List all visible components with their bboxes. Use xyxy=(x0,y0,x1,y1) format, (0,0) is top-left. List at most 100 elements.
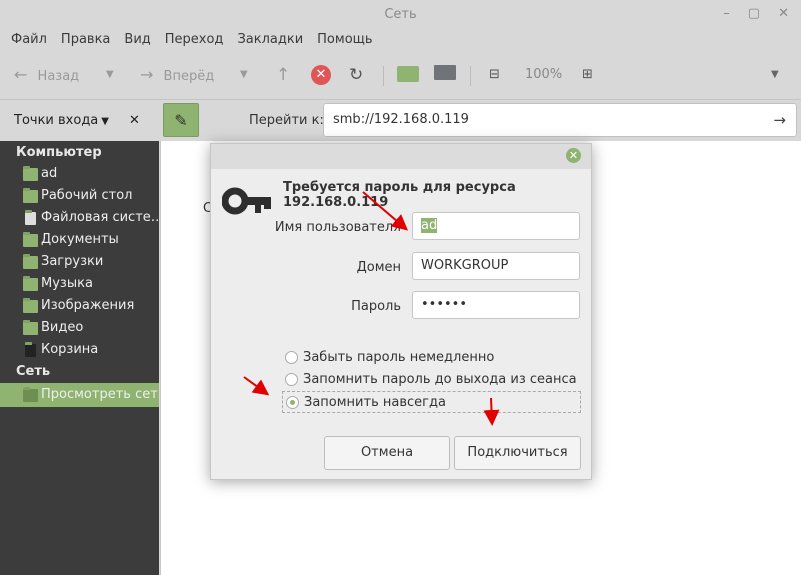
zoom-out-icon: ⊟ xyxy=(489,67,500,82)
view-options-dropdown[interactable]: ▼ xyxy=(771,56,779,94)
radio-forget-immediately[interactable]: Забыть пароль немедленно xyxy=(285,350,494,365)
back-label: Назад xyxy=(37,69,80,84)
menu-view[interactable]: Вид xyxy=(117,28,157,52)
radio-selected-icon xyxy=(286,395,299,409)
password-label: Пароль xyxy=(351,299,401,314)
sidebar-item-music[interactable]: Музыка xyxy=(0,273,159,295)
connect-button[interactable]: Подключиться xyxy=(454,436,581,470)
location-label: Перейти к: xyxy=(249,113,324,128)
sidebar: Компьютер ad Рабочий стол Файловая систе… xyxy=(0,141,159,575)
arrow-up-icon: ↑ xyxy=(276,65,291,85)
documents-folder-icon xyxy=(23,231,38,247)
sidebar-item-trash[interactable]: Корзина xyxy=(0,339,159,361)
sidebar-item-label: Документы xyxy=(41,232,119,247)
back-button[interactable]: ← Назад xyxy=(14,56,79,94)
password-value: •••••• xyxy=(421,297,468,312)
location-input[interactable]: smb://192.168.0.119 → xyxy=(323,103,797,137)
sidebar-item-label: Загрузки xyxy=(41,254,104,269)
radio-label: Запомнить навсегда xyxy=(304,394,446,410)
forward-label: Вперёд xyxy=(163,69,215,84)
sidebar-item-videos[interactable]: Видео xyxy=(0,317,159,339)
stop-icon: ✕ xyxy=(315,67,327,82)
reload-icon: ↻ xyxy=(349,65,364,85)
radio-label: Запомнить пароль до выхода из сеанса xyxy=(303,372,577,387)
radio-label: Забыть пароль немедленно xyxy=(303,350,495,365)
drive-icon xyxy=(25,209,36,225)
sidebar-item-home[interactable]: ad xyxy=(0,163,159,185)
home-folder-button[interactable] xyxy=(397,66,419,82)
sidebar-item-label: Музыка xyxy=(41,276,93,291)
zoom-in-button[interactable]: ⊞ xyxy=(582,56,593,94)
menu-file[interactable]: Файл xyxy=(4,28,54,52)
password-dialog: ✕ Требуется пароль для ресурса 192.168.0… xyxy=(210,143,592,480)
stop-button[interactable]: ✕ xyxy=(311,65,331,85)
dialog-heading: Требуется пароль для ресурса 192.168.0.1… xyxy=(283,180,516,210)
close-sidebar-button[interactable]: ✕ xyxy=(129,100,140,141)
home-folder-icon xyxy=(23,165,38,181)
computer-button[interactable] xyxy=(434,65,456,80)
maximize-button[interactable]: ▢ xyxy=(748,6,760,21)
menu-bar: Файл Правка Вид Переход Закладки Помощь xyxy=(0,28,380,52)
downloads-folder-icon xyxy=(23,253,38,269)
sidebar-item-documents[interactable]: Документы xyxy=(0,229,159,251)
sidebar-item-label: Изображения xyxy=(41,298,135,313)
pencil-icon: ✎ xyxy=(174,110,188,130)
toolbar: ← Назад ▼ → Вперёд ▼ ↑ ✕ ↻ ⊟ 100% ⊞ ▼ xyxy=(0,56,801,94)
radio-icon xyxy=(285,373,298,386)
arrow-right-icon: → xyxy=(140,65,154,84)
domain-label: Домен xyxy=(356,260,401,275)
dialog-close-button[interactable]: ✕ xyxy=(566,148,581,163)
pictures-folder-icon xyxy=(23,297,38,313)
chevron-down-icon: ▼ xyxy=(101,116,109,127)
window-controls: – ▢ ✕ xyxy=(723,6,789,21)
username-label: Имя пользователя xyxy=(274,220,401,235)
music-folder-icon xyxy=(23,275,38,291)
sidebar-item-desktop[interactable]: Рабочий стол xyxy=(0,185,159,207)
menu-bookmarks[interactable]: Закладки xyxy=(230,28,310,52)
sidebar-item-label: Видео xyxy=(41,320,84,335)
domain-value: WORKGROUP xyxy=(421,258,509,273)
zoom-level: 100% xyxy=(525,67,563,82)
trash-icon xyxy=(25,341,36,357)
sidebar-item-label: Файловая систе… xyxy=(41,210,159,225)
forward-button[interactable]: → Вперёд xyxy=(140,56,214,94)
location-value: smb://192.168.0.119 xyxy=(333,112,469,127)
back-history-dropdown[interactable]: ▼ xyxy=(106,56,114,94)
sidebar-item-pictures[interactable]: Изображения xyxy=(0,295,159,317)
videos-folder-icon xyxy=(23,319,38,335)
menu-help[interactable]: Помощь xyxy=(310,28,379,52)
sidebar-item-browse-network[interactable]: Просмотреть сеть xyxy=(0,383,159,407)
zoom-in-icon: ⊞ xyxy=(582,67,593,82)
go-arrow-icon[interactable]: → xyxy=(773,104,786,136)
sidebar-item-downloads[interactable]: Загрузки xyxy=(0,251,159,273)
username-value: ad xyxy=(421,218,438,233)
cancel-button[interactable]: Отмена xyxy=(324,436,450,470)
arrow-left-icon: ← xyxy=(14,65,28,84)
forward-history-dropdown[interactable]: ▼ xyxy=(240,56,248,94)
minimize-button[interactable]: – xyxy=(723,6,730,21)
sidebar-item-label: Рабочий стол xyxy=(41,188,133,203)
username-input[interactable]: ad xyxy=(412,212,580,240)
reload-button[interactable]: ↻ xyxy=(349,56,363,94)
zoom-out-button[interactable]: ⊟ xyxy=(489,56,500,94)
sidebar-header-computer: Компьютер xyxy=(16,145,102,160)
sidebar-header-network: Сеть xyxy=(16,364,51,379)
radio-icon xyxy=(285,351,298,364)
sidebar-item-label: Просмотреть сеть xyxy=(41,387,159,402)
sidebar-item-label: Корзина xyxy=(41,342,99,357)
radio-remember-session[interactable]: Запомнить пароль до выхода из сеанса xyxy=(285,372,577,387)
menu-edit[interactable]: Правка xyxy=(54,28,117,52)
places-label: Точки входа xyxy=(14,113,99,128)
up-button[interactable]: ↑ xyxy=(276,56,290,94)
key-icon xyxy=(222,187,271,215)
close-window-button[interactable]: ✕ xyxy=(778,6,789,21)
password-input[interactable]: •••••• xyxy=(412,291,580,319)
places-selector[interactable]: Точки входа ▼ ✕ xyxy=(0,100,159,141)
radio-remember-forever[interactable]: Запомнить навсегда xyxy=(282,391,581,413)
toggle-location-button[interactable]: ✎ xyxy=(163,103,199,137)
domain-input[interactable]: WORKGROUP xyxy=(412,252,580,280)
window-title: Сеть xyxy=(384,7,417,22)
sidebar-item-filesystem[interactable]: Файловая систе… xyxy=(0,207,159,229)
menu-go[interactable]: Переход xyxy=(158,28,231,52)
dialog-titlebar: ✕ xyxy=(211,144,591,169)
